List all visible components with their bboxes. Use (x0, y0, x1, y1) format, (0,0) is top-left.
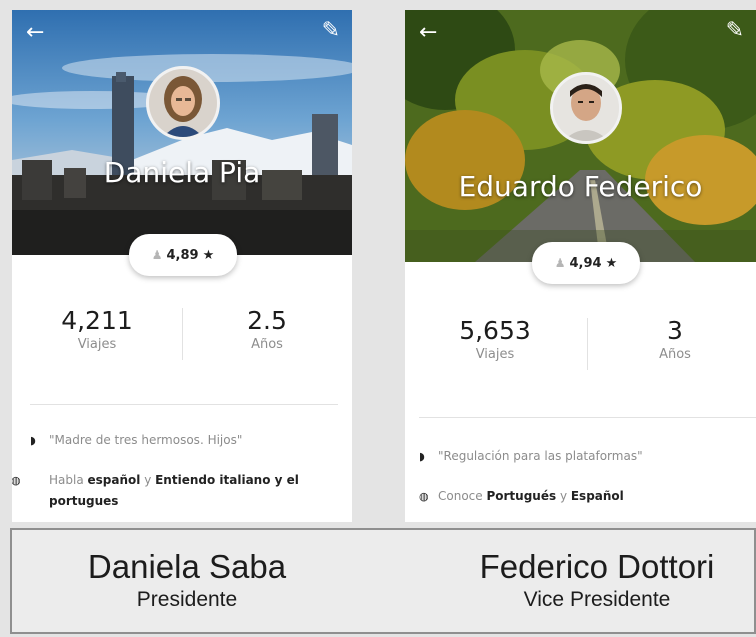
trips-label: Viajes (475, 347, 515, 362)
stats-divider (182, 308, 183, 360)
profile-card-daniela: ← ✎ Daniela Pia ♟ 4,89 ★ 4,211 Viajes 2.… (12, 10, 352, 522)
quote-icon: ◗ (30, 434, 36, 447)
years-stat: 3 Años (605, 316, 745, 362)
language-1: español (87, 473, 141, 487)
rating-value: 4,94 (569, 255, 602, 271)
pencil-edit-icon[interactable]: ✎ (322, 18, 340, 43)
caption-left: Daniela Saba Presidente (32, 548, 342, 612)
quote-text: "Regulación para las plataformas" (438, 449, 643, 463)
person-icon: ♟ (151, 248, 163, 262)
languages-conjunction: y (140, 473, 156, 487)
trips-count: 4,211 (61, 306, 133, 335)
star-icon: ★ (202, 247, 215, 263)
years-label: Años (251, 337, 283, 352)
trips-stat: 5,653 Viajes (425, 316, 565, 362)
languages-prefix: Conoce (438, 489, 487, 503)
languages-line: ◍ Conoce Portugués y Español (419, 486, 749, 507)
stats-divider (587, 318, 588, 370)
section-divider (30, 404, 338, 405)
caption-role: Presidente (136, 588, 238, 611)
languages-prefix: Habla (49, 473, 88, 487)
person-icon: ♟ (554, 256, 566, 270)
avatar (550, 72, 622, 144)
back-arrow-icon[interactable]: ← (26, 20, 44, 45)
trips-stat: 4,211 Viajes (32, 306, 162, 352)
globe-icon: ◍ (12, 474, 21, 487)
rating-value: 4,89 (166, 247, 199, 263)
section-divider (419, 417, 756, 418)
years-count: 2.5 (247, 306, 287, 335)
profile-card-eduardo: ← ✎ Eduardo Federico ♟ 4,94 ★ 5,653 Viaj… (405, 10, 756, 522)
language-2: Español (570, 489, 624, 503)
caption-bar: Daniela Saba Presidente Federico Dottori… (10, 528, 756, 634)
quote-icon: ◗ (419, 450, 425, 463)
quote-text: "Madre de tres hermosos. Hijos" (49, 433, 243, 447)
star-icon: ★ (605, 255, 618, 271)
trips-label: Viajes (77, 337, 117, 352)
years-label: Años (659, 347, 691, 362)
language-1: Portugués (486, 489, 557, 503)
back-arrow-icon[interactable]: ← (419, 20, 437, 45)
caption-name: Daniela Saba (87, 548, 287, 585)
languages-line: ◍ Habla español y Entiendo italiano y el … (12, 470, 340, 511)
languages-conjunction: y (556, 489, 571, 503)
globe-icon: ◍ (419, 490, 429, 503)
quote-line: ◗ "Regulación para las plataformas" (419, 446, 749, 467)
profile-name: Daniela Pia (103, 156, 261, 189)
pencil-edit-icon[interactable]: ✎ (726, 18, 744, 43)
caption-name: Federico Dottori (479, 548, 715, 585)
years-count: 3 (667, 316, 683, 345)
rating-badge: ♟ 4,94 ★ (532, 242, 640, 284)
rating-badge: ♟ 4,89 ★ (129, 234, 237, 276)
avatar (146, 66, 220, 140)
caption-right: Federico Dottori Vice Presidente (442, 548, 752, 612)
profile-name: Eduardo Federico (458, 170, 703, 203)
years-stat: 2.5 Años (202, 306, 332, 352)
trips-count: 5,653 (459, 316, 531, 345)
caption-role: Vice Presidente (523, 588, 671, 611)
quote-line: ◗ "Madre de tres hermosos. Hijos" (30, 430, 340, 451)
